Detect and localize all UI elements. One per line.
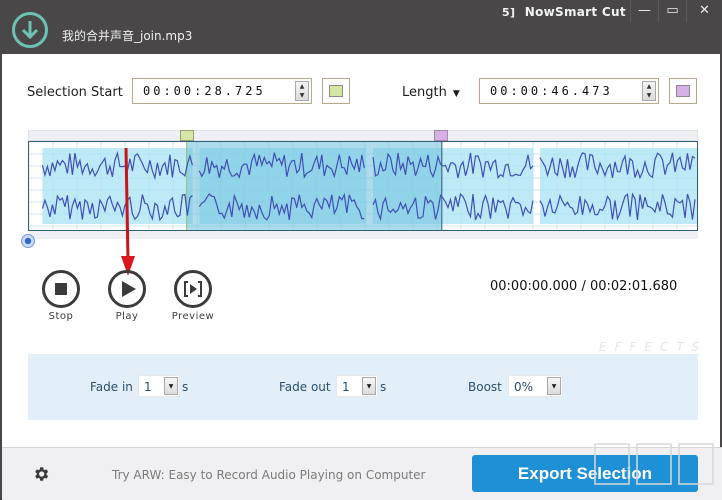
fade-out-value: 1 — [342, 380, 350, 394]
boost-value: 0% — [514, 380, 534, 394]
length-label: Length — [402, 85, 447, 100]
play-icon — [122, 281, 136, 297]
boost-label: Boost — [468, 380, 502, 394]
effects-heading: EFFECTS — [599, 340, 708, 354]
stop-icon — [55, 283, 67, 295]
brand-logo-icon: 5] — [502, 6, 516, 19]
export-selection-button[interactable]: Export Selection — [472, 455, 698, 492]
fade-in-value: 1 — [144, 380, 152, 394]
preview-label: Preview — [171, 311, 215, 322]
playhead-handle[interactable] — [21, 234, 35, 248]
time-display: 00:00:00.000 / 00:02:01.680 — [490, 279, 678, 294]
annotation-arrow-icon — [121, 148, 135, 276]
stop-button[interactable] — [42, 270, 80, 308]
selection-start-value: 00:00:28.725 — [143, 84, 266, 98]
fade-out-label: Fade out — [279, 380, 331, 394]
spin-down-icon[interactable]: ▼ — [643, 91, 655, 100]
preview-button[interactable] — [174, 270, 212, 308]
gear-icon[interactable] — [32, 465, 50, 483]
play-button[interactable] — [108, 270, 146, 308]
minimize-button[interactable]: — — [630, 0, 658, 22]
app-window: 我的合并声音_join.mp3 5] NowSmart Cut — ▭ ✕ Se… — [0, 0, 722, 500]
play-label: Play — [115, 311, 139, 322]
selection-start-marker[interactable] — [180, 130, 194, 141]
app-name: NowSmart Cut — [524, 5, 626, 19]
footer-bar: Try ARW: Easy to Record Audio Playing on… — [2, 447, 722, 500]
end-color-swatch — [676, 85, 690, 97]
length-field[interactable]: 00:00:46.473 ▲ ▼ — [479, 78, 659, 104]
length-spinner[interactable]: ▲ ▼ — [642, 81, 656, 101]
close-button[interactable]: ✕ — [686, 0, 722, 22]
spin-up-icon[interactable]: ▲ — [643, 82, 655, 91]
preview-icon — [184, 281, 202, 297]
chevron-down-icon: ▼ — [452, 89, 460, 99]
file-name: 我的合并声音_join.mp3 — [62, 29, 193, 43]
maximize-button[interactable]: ▭ — [658, 0, 686, 22]
selection-start-spinner[interactable]: ▲ ▼ — [295, 81, 309, 101]
download-logo-icon — [12, 12, 48, 48]
waveform-ruler[interactable] — [28, 130, 698, 141]
selection-end-marker[interactable] — [434, 130, 448, 141]
fade-in-unit: s — [182, 380, 189, 394]
selection-start-field[interactable]: 00:00:28.725 ▲ ▼ — [132, 78, 312, 104]
fade-out-unit: s — [380, 380, 387, 394]
chevron-down-icon[interactable]: ▼ — [164, 377, 178, 395]
spin-up-icon[interactable]: ▲ — [296, 82, 308, 91]
promo-link[interactable]: Try ARW: Easy to Record Audio Playing on… — [112, 468, 425, 482]
app-brand: 5] NowSmart Cut — [502, 5, 626, 19]
fade-in-select[interactable]: 1 ▼ — [138, 375, 180, 397]
stop-label: Stop — [48, 311, 74, 322]
spin-down-icon[interactable]: ▼ — [296, 91, 308, 100]
fade-out-select[interactable]: 1 ▼ — [336, 375, 378, 397]
start-color-swatch — [329, 85, 343, 97]
selection-start-label: Selection Start — [27, 85, 123, 100]
length-dropdown[interactable]: Length ▼ — [402, 85, 460, 100]
chevron-down-icon[interactable]: ▼ — [547, 377, 561, 395]
length-value: 00:00:46.473 — [490, 84, 613, 98]
start-color-button[interactable] — [322, 78, 350, 104]
end-color-button[interactable] — [669, 78, 697, 104]
boost-select[interactable]: 0% ▼ — [508, 375, 563, 397]
chevron-down-icon[interactable]: ▼ — [362, 377, 376, 395]
title-bar: 我的合并声音_join.mp3 5] NowSmart Cut — ▭ ✕ — [2, 0, 722, 54]
fade-in-label: Fade in — [90, 380, 133, 394]
effects-panel: Fade in 1 ▼ s Fade out 1 ▼ s Boost 0% ▼ — [28, 354, 698, 420]
